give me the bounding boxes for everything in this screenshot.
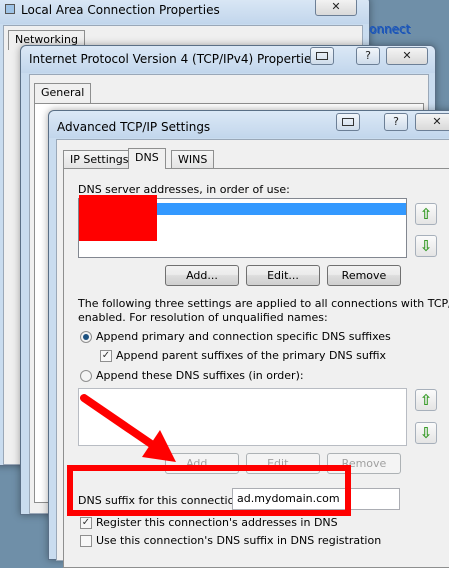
suffix-move-up-button[interactable]: ⇧ xyxy=(415,389,437,411)
append-parent-checkbox[interactable]: ✓ xyxy=(100,350,112,362)
resolution-info-line2: enabled. For resolution of unqualified n… xyxy=(78,311,328,324)
tab-wins[interactable]: WINS xyxy=(171,150,215,168)
suffix-move-down-button[interactable]: ⇩ xyxy=(415,422,437,444)
dns-suffix-input[interactable]: ad.mydomain.com xyxy=(232,488,400,510)
append-primary-label[interactable]: Append primary and connection specific D… xyxy=(96,330,391,343)
dns-suffix-label: DNS suffix for this connection: xyxy=(78,494,246,507)
monitor-icon xyxy=(342,118,354,126)
title-bar[interactable]: Internet Protocol Version 4 (TCP/IPv4) P… xyxy=(21,46,435,73)
window-title: Internet Protocol Version 4 (TCP/IPv4) P… xyxy=(29,52,318,66)
dns-add-button[interactable]: Add... xyxy=(165,265,239,286)
append-parent-label[interactable]: Append parent suffixes of the primary DN… xyxy=(116,349,386,362)
dns-move-down-button[interactable]: ⇩ xyxy=(415,235,437,257)
title-bar[interactable]: Advanced TCP/IP Settings ? ✕ xyxy=(49,111,449,138)
resolution-info-line1: The following three settings are applied… xyxy=(78,297,449,310)
append-these-label[interactable]: Append these DNS suffixes (in order): xyxy=(96,369,304,382)
append-primary-radio[interactable] xyxy=(80,331,92,343)
redaction-block xyxy=(79,195,157,241)
tab-ip-settings[interactable]: IP Settings xyxy=(63,150,136,168)
client-area: IP Settings DNS WINS DNS server addresse… xyxy=(56,139,449,568)
context-help-button[interactable] xyxy=(336,113,360,131)
dns-tab-panel: DNS server addresses, in order of use: ⇧… xyxy=(63,168,449,568)
close-button[interactable]: ✕ xyxy=(386,47,428,65)
dns-edit-button[interactable]: Edit... xyxy=(246,265,320,286)
register-addresses-checkbox[interactable]: ✓ xyxy=(80,517,92,529)
append-these-radio[interactable] xyxy=(80,370,92,382)
suffix-remove-button[interactable]: Remove xyxy=(327,453,401,474)
network-icon xyxy=(5,4,15,14)
context-help-button[interactable] xyxy=(310,47,334,65)
close-button[interactable]: ✕ xyxy=(315,0,357,16)
dns-suffixes-list[interactable] xyxy=(78,388,407,446)
tab-dns[interactable]: DNS xyxy=(128,148,166,169)
use-suffix-registration-label[interactable]: Use this connection's DNS suffix in DNS … xyxy=(96,534,381,547)
title-bar[interactable]: Local Area Connection Properties ✕ xyxy=(0,0,369,24)
monitor-icon xyxy=(316,52,328,60)
dns-servers-list[interactable] xyxy=(78,195,407,258)
use-suffix-registration-checkbox[interactable] xyxy=(80,535,92,547)
dns-move-up-button[interactable]: ⇧ xyxy=(415,203,437,225)
dns-remove-button[interactable]: Remove xyxy=(327,265,401,286)
close-button[interactable]: ✕ xyxy=(415,113,449,131)
tab-general[interactable]: General xyxy=(34,83,92,103)
advanced-tcpip-window: Advanced TCP/IP Settings ? ✕ IP Settings… xyxy=(48,110,449,568)
register-addresses-label[interactable]: Register this connection's addresses in … xyxy=(96,516,338,529)
suffix-add-button[interactable]: Add... xyxy=(165,453,239,474)
window-title: Local Area Connection Properties xyxy=(21,3,220,17)
help-button[interactable]: ? xyxy=(356,47,380,65)
suffix-edit-button[interactable]: Edit... xyxy=(246,453,320,474)
connect-link-visible[interactable]: onnect xyxy=(369,22,410,36)
window-title: Advanced TCP/IP Settings xyxy=(57,120,211,134)
help-button[interactable]: ? xyxy=(384,113,408,131)
